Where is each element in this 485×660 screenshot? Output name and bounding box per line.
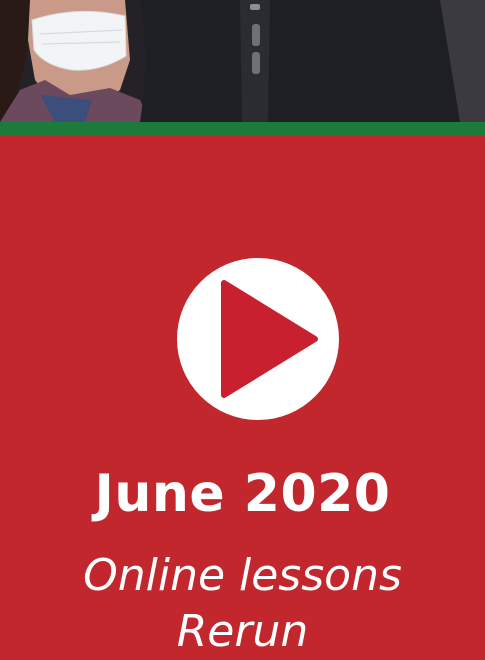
subtitle-line-1: Online lessons bbox=[83, 550, 402, 601]
video-card[interactable]: June 2020 Online lessons Rerun bbox=[0, 0, 485, 660]
subtitle-line-2: Rerun bbox=[176, 606, 309, 657]
play-button[interactable] bbox=[177, 258, 339, 420]
page-title: June 2020 bbox=[94, 464, 391, 524]
header-photo bbox=[0, 0, 485, 122]
play-icon bbox=[221, 280, 318, 398]
photo-people-image bbox=[0, 0, 485, 122]
divider-stripe bbox=[0, 122, 485, 135]
subtitle: Online lessons Rerun bbox=[0, 548, 485, 660]
